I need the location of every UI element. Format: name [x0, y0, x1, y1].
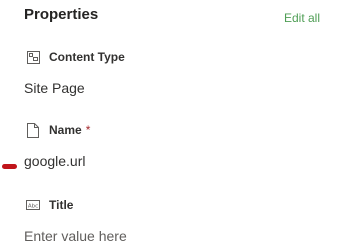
property-label-row: Name *: [24, 121, 320, 139]
property-label: Title: [49, 198, 74, 212]
property-label-row: Content Type: [24, 48, 320, 66]
content-type-icon: [26, 49, 40, 65]
document-icon: [26, 122, 40, 138]
property-label: Content Type: [49, 50, 125, 64]
property-name: Name * google.url: [24, 121, 320, 171]
property-title: Abc Title Enter value here: [24, 196, 320, 246]
content-type-value[interactable]: Site Page: [24, 78, 320, 98]
panel-title: Properties: [24, 6, 99, 23]
property-label-row: Abc Title: [24, 196, 320, 214]
edit-all-link[interactable]: Edit all: [284, 11, 320, 25]
title-value-placeholder[interactable]: Enter value here: [24, 226, 320, 246]
required-indicator: *: [85, 123, 91, 137]
annotation-marker: [2, 164, 17, 169]
svg-text:Abc: Abc: [28, 204, 38, 210]
properties-panel: Properties Edit all Content Type Site Pa…: [0, 0, 342, 252]
panel-header: Properties Edit all: [24, 6, 320, 28]
property-label: Name: [49, 123, 82, 137]
property-content-type: Content Type Site Page: [24, 48, 320, 98]
text-field-icon: Abc: [26, 197, 40, 213]
name-value[interactable]: google.url: [24, 151, 320, 171]
